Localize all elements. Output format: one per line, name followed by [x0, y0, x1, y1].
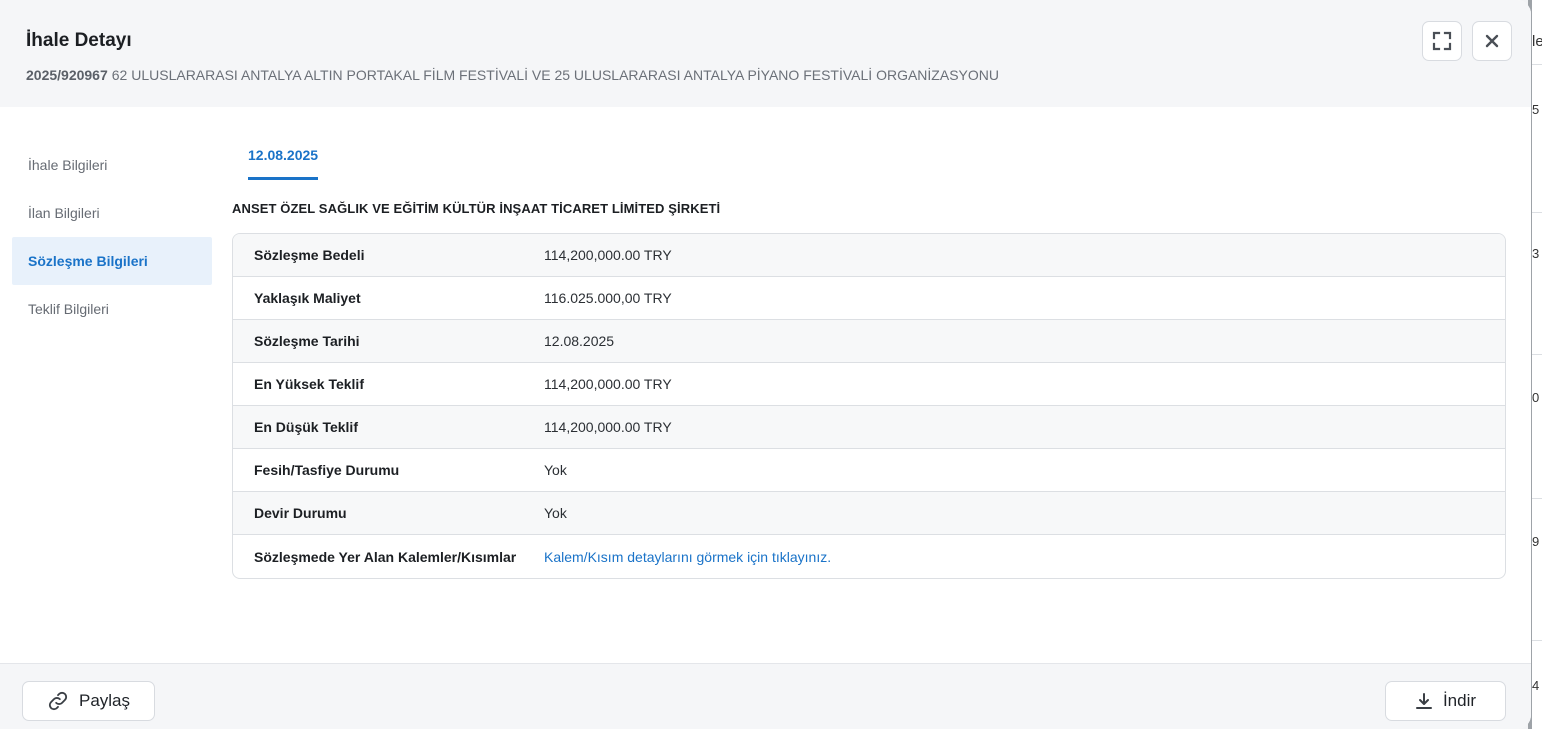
tender-detail-modal: İhale Detayı 2025/920967 62 ULUSLARARASI … [0, 0, 1531, 729]
sidebar-item-ilan-bilgileri[interactable]: İlan Bilgileri [12, 189, 212, 237]
sidebar-item-label: Teklif Bilgileri [28, 301, 109, 317]
expand-icon [1432, 31, 1452, 51]
sidebar-item-teklif-bilgileri[interactable]: Teklif Bilgileri [12, 285, 212, 333]
row-key: Yaklaşık Maliyet [254, 290, 361, 306]
tender-subject: 62 ULUSLARARASI ANTALYA ALTIN PORTAKAL F… [111, 67, 999, 83]
table-row: En Düşük Teklif 114,200,000.00 TRY [233, 406, 1505, 449]
row-key: Devir Durumu [254, 505, 347, 521]
background-divider [1532, 498, 1542, 499]
share-button[interactable]: Paylaş [22, 681, 155, 721]
background-divider [1532, 354, 1542, 355]
close-button[interactable] [1472, 21, 1512, 61]
sidebar-item-ihale-bilgileri[interactable]: İhale Bilgileri [12, 141, 212, 189]
share-button-label: Paylaş [78, 691, 131, 710]
tender-reference: 2025/920967 [26, 67, 108, 83]
row-key: Sözleşme Tarihi [254, 333, 360, 349]
table-row: Sözleşmede Yer Alan Kalemler/Kısımlar Ka… [233, 535, 1505, 578]
background-text: 0 [1532, 390, 1540, 405]
row-key: Sözleşmede Yer Alan Kalemler/Kısımlar [254, 548, 517, 565]
table-row: Devir Durumu Yok [233, 492, 1505, 535]
background-divider [1532, 64, 1542, 65]
table-row: En Yüksek Teklif 114,200,000.00 TRY [233, 363, 1505, 406]
close-icon [1485, 34, 1499, 48]
background-divider [1532, 212, 1542, 213]
background-text: le [1532, 33, 1542, 50]
sidebar: İhale Bilgileri İlan Bilgileri Sözleşme … [12, 141, 212, 333]
tab-date[interactable]: 12.08.2025 [248, 147, 319, 180]
row-value: 114,200,000.00 TRY [544, 376, 672, 392]
main-content: 12.08.2025 ANSET ÖZEL SAĞLIK VE EĞİTİM K… [232, 107, 1506, 579]
table-row: Sözleşme Tarihi 12.08.2025 [233, 320, 1505, 363]
items-detail-link[interactable]: Kalem/Kısım detaylarını görmek için tıkl… [544, 549, 831, 565]
background-text: 3 [1532, 246, 1540, 261]
row-value: 114,200,000.00 TRY [544, 247, 672, 263]
modal-footer: Paylaş İndir [0, 663, 1531, 729]
sidebar-item-label: İhale Bilgileri [28, 157, 108, 173]
row-value: 12.08.2025 [544, 333, 615, 349]
row-value: 114,200,000.00 TRY [544, 419, 672, 435]
modal-subtitle: 2025/920967 62 ULUSLARARASI ANTALYA ALTIN… [26, 67, 999, 83]
row-value: Yok [544, 505, 567, 521]
row-key: Sözleşme Bedeli [254, 247, 365, 263]
row-key: En Düşük Teklif [254, 419, 358, 435]
download-icon [1415, 693, 1432, 709]
sidebar-item-label: İlan Bilgileri [28, 205, 100, 221]
contract-info-table: Sözleşme Bedeli 114,200,000.00 TRY Yakla… [232, 233, 1506, 579]
sidebar-item-label: Sözleşme Bilgileri [28, 253, 148, 269]
row-key: Fesih/Tasfiye Durumu [254, 462, 400, 478]
table-row: Fesih/Tasfiye Durumu Yok [233, 449, 1505, 492]
download-button[interactable]: İndir [1385, 681, 1506, 721]
background-text: 5 [1532, 102, 1540, 117]
fullscreen-button[interactable] [1422, 21, 1462, 61]
row-value: 116.025.000,00 TRY [544, 290, 672, 306]
link-icon [48, 691, 68, 711]
background-divider [1532, 640, 1542, 641]
modal-header: İhale Detayı 2025/920967 62 ULUSLARARASI … [0, 0, 1531, 107]
background-text: 4 [1532, 678, 1540, 693]
background-text: 9 [1532, 534, 1540, 549]
row-key: En Yüksek Teklif [254, 376, 364, 392]
row-value: Yok [544, 462, 567, 478]
date-tabs: 12.08.2025 [232, 107, 1506, 181]
company-name: ANSET ÖZEL SAĞLIK VE EĞİTİM KÜLTÜR İNŞAA… [232, 201, 721, 216]
download-button-label: İndir [1442, 691, 1477, 710]
modal-title: İhale Detayı [26, 30, 132, 51]
table-row: Sözleşme Bedeli 114,200,000.00 TRY [233, 234, 1505, 277]
table-row: Yaklaşık Maliyet 116.025.000,00 TRY [233, 277, 1505, 320]
sidebar-item-sozlesme-bilgileri[interactable]: Sözleşme Bilgileri [12, 237, 212, 285]
